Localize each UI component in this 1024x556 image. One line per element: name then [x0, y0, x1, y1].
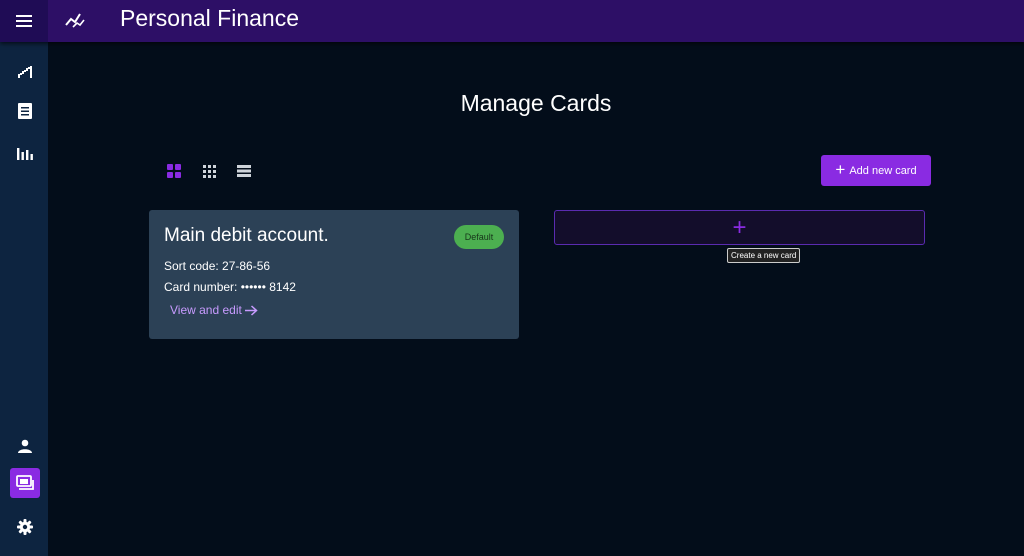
arrow-right-icon — [244, 304, 258, 316]
sort-code: Sort code: 27-86-56 — [164, 259, 271, 273]
sidebar-item-settings[interactable] — [10, 512, 40, 542]
card-number: Card number: •••••• 8142 — [164, 280, 296, 294]
sidebar-item-profile[interactable] — [10, 431, 40, 461]
sidebar-item-reports[interactable] — [10, 138, 40, 168]
sidebar-item-transactions[interactable] — [10, 96, 40, 126]
tooltip: Create a new card — [727, 248, 801, 263]
receipt-icon — [18, 103, 32, 119]
gear-icon — [17, 519, 33, 535]
view-large-grid-button[interactable] — [164, 161, 184, 181]
sidebar — [0, 42, 48, 556]
default-badge: Default — [454, 225, 504, 249]
card-tile: Main debit account. Default Sort code: 2… — [149, 210, 519, 339]
menu-icon — [16, 15, 32, 27]
cards-icon — [16, 475, 34, 490]
plus-icon: + — [732, 213, 747, 241]
create-new-card-tile[interactable]: + — [554, 210, 925, 245]
large-grid-icon — [167, 164, 181, 178]
menu-button[interactable] — [0, 0, 48, 42]
view-and-edit-link[interactable]: View and edit — [170, 303, 258, 317]
view-small-grid-button[interactable] — [199, 161, 219, 181]
view-and-edit-label: View and edit — [170, 303, 242, 317]
page-title: Manage Cards — [460, 90, 612, 116]
top-app-bar: Personal Finance — [0, 0, 1024, 42]
main-content: Manage Cards + Add new card Main debit a… — [48, 42, 1024, 556]
trend-icon — [18, 66, 32, 78]
add-new-card-label: Add new card — [849, 164, 917, 177]
small-grid-icon — [202, 164, 216, 178]
list-icon — [237, 165, 251, 177]
sparkline-icon — [65, 13, 85, 28]
sidebar-item-cards[interactable] — [10, 468, 40, 498]
view-list-button[interactable] — [234, 161, 254, 181]
person-icon — [18, 439, 32, 453]
plus-icon: + — [835, 160, 846, 179]
app-title: Personal Finance — [120, 5, 299, 31]
sidebar-item-trends[interactable] — [10, 57, 40, 87]
card-name: Main debit account. — [164, 225, 329, 246]
bar-chart-icon — [17, 148, 33, 160]
add-new-card-button[interactable]: + Add new card — [821, 155, 931, 186]
